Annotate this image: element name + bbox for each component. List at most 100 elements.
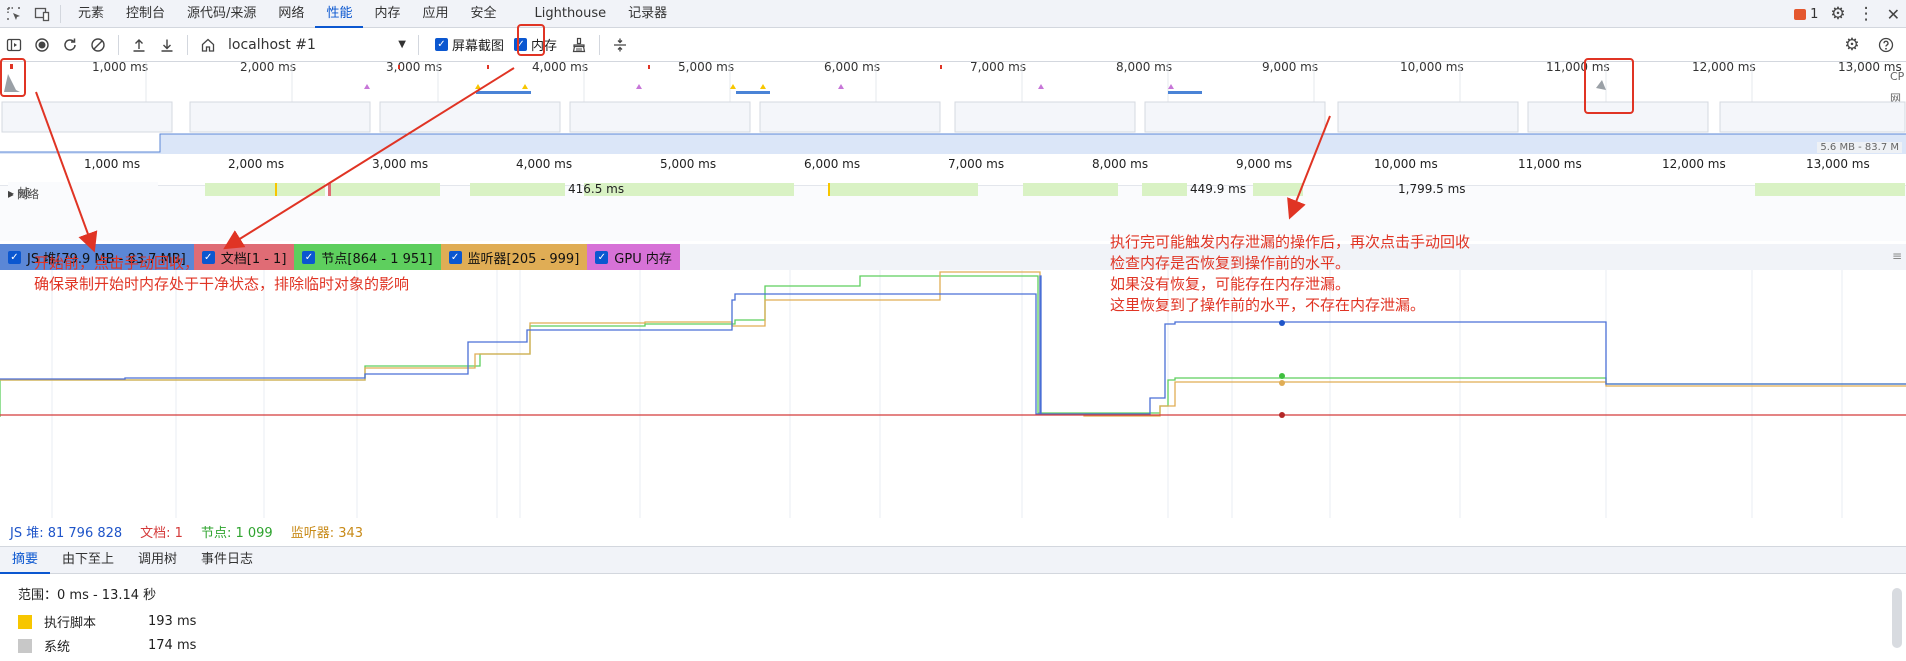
- summary-row: 系统 174 ms: [18, 636, 196, 655]
- clear-button[interactable]: [84, 31, 112, 59]
- ruler-label: 4,000 ms: [516, 157, 573, 171]
- tab-security[interactable]: 安全: [459, 0, 507, 28]
- ruler-label: 1,000 ms: [84, 157, 141, 171]
- capture-settings-gear-icon[interactable]: ⚙: [1838, 31, 1866, 59]
- annotation-line: 执行完可能触发内存泄漏的操作后，再次点击手动回收: [1110, 233, 1471, 251]
- screenshots-checkbox[interactable]: ✓ 屏幕截图: [435, 35, 504, 54]
- annotation-highlight-box: [0, 58, 26, 97]
- js-heap-counter: JS 堆: 81 796 828: [10, 525, 123, 541]
- ruler-label: 9,000 ms: [1236, 157, 1293, 171]
- throttle-settings-icon[interactable]: [606, 31, 634, 59]
- ruler-label: 11,000 ms: [1518, 157, 1582, 171]
- divider: [418, 34, 419, 55]
- tab-performance[interactable]: 性能: [315, 0, 364, 28]
- screenshots-label: 屏幕截图: [452, 39, 505, 54]
- issues-count: 1: [1810, 6, 1819, 22]
- issue-flag-icon: [1794, 8, 1807, 20]
- annotation-line: 开始前，点击手动回收，: [34, 254, 200, 272]
- annotation-line: 这里恢复到了操作前的水平，不存在内存泄漏。: [1110, 296, 1426, 314]
- ruler-label: 13,000 ms: [1806, 157, 1870, 171]
- record-button[interactable]: [28, 31, 56, 59]
- collect-garbage-button[interactable]: [565, 31, 593, 59]
- ruler-label: 5,000 ms: [660, 157, 717, 171]
- settings-gear-icon[interactable]: ⚙: [1830, 4, 1845, 24]
- nodes-counter: 节点: 1 099: [200, 525, 273, 541]
- device-toolbar-icon[interactable]: [28, 0, 56, 28]
- checkbox-checked-icon: ✓: [8, 250, 21, 264]
- divider: [118, 34, 119, 55]
- system-swatch: [18, 638, 32, 653]
- inspect-element-icon[interactable]: [0, 0, 28, 28]
- toolbar-right: ⚙: [1838, 31, 1900, 59]
- memory-counters: JS 堆: 81 796 828 文档: 1 节点: 1 099 监听器: 34…: [0, 520, 1906, 542]
- legend-gpu-memory[interactable]: ✓ GPU 内存: [587, 244, 680, 270]
- documents-counter: 文档: 1: [140, 525, 183, 541]
- reload-record-button[interactable]: [56, 31, 84, 59]
- close-icon[interactable]: ✕: [1887, 5, 1900, 24]
- legend-listeners[interactable]: ✓ 监听器[205 - 999]: [440, 244, 588, 270]
- tab-memory[interactable]: 内存: [363, 0, 411, 28]
- legend-label: GPU 内存: [614, 251, 672, 267]
- tab-bottom-up[interactable]: 由下至上: [50, 546, 126, 574]
- details-tabs: 摘要 由下至上 调用树 事件日志: [0, 546, 1906, 574]
- summary-range: 范围：0 ms - 13.14 秒: [18, 588, 157, 603]
- tab-event-log[interactable]: 事件日志: [189, 546, 265, 574]
- ruler-label: 7,000 ms: [948, 157, 1005, 171]
- annotation-line: 确保录制开始时内存处于干净状态，排除临时对象的影响: [34, 275, 410, 293]
- issues-badge[interactable]: 1: [1794, 7, 1818, 22]
- annotation-left: 开始前，点击手动回收， 确保录制开始时内存处于干净状态，排除临时对象的影响: [34, 253, 409, 295]
- ruler-label: 6,000 ms: [804, 157, 861, 171]
- devtools-tabbar: 元素 控制台 源代码/来源 网络 性能 内存 应用 安全 Lighthouse …: [0, 0, 1906, 28]
- target-select-value: localhost #1: [228, 36, 316, 53]
- divider: [599, 34, 601, 55]
- frame-time: 449.9 ms: [1190, 182, 1247, 196]
- upload-icon[interactable]: [125, 31, 153, 59]
- summary-scrollbar[interactable]: [1892, 588, 1902, 648]
- summary-row-name: 执行脚本: [44, 616, 97, 631]
- ruler-label: 12,000 ms: [1662, 157, 1726, 171]
- memory-graph[interactable]: [0, 270, 1906, 518]
- divider: [60, 4, 61, 23]
- frames-bars: [205, 183, 1905, 196]
- ruler-label: 8,000 ms: [1092, 157, 1149, 171]
- tab-application[interactable]: 应用: [411, 0, 459, 28]
- annotation-line: 检查内存是否恢复到操作前的水平。: [1110, 254, 1351, 272]
- summary-row-name: 系统: [44, 640, 71, 655]
- annotation-right: 执行完可能触发内存泄漏的操作后，再次点击手动回收 检查内存是否恢复到操作前的水平…: [1110, 232, 1470, 316]
- chevron-down-icon: ▼: [398, 39, 406, 50]
- target-select[interactable]: localhost #1 ▼: [222, 34, 412, 56]
- tabbar-right: 1 ⚙ ⋮ ✕: [1794, 0, 1906, 28]
- tab-summary[interactable]: 摘要: [0, 546, 51, 574]
- ruler-label: 2,000 ms: [228, 157, 285, 171]
- summary-panel: 范围：0 ms - 13.14 秒 执行脚本 193 ms 系统 174 ms: [0, 576, 1906, 661]
- help-icon[interactable]: [1872, 31, 1900, 59]
- tab-sources[interactable]: 源代码/来源: [176, 0, 267, 28]
- tab-call-tree[interactable]: 调用树: [126, 546, 189, 574]
- annotation-highlight-box: [517, 24, 545, 56]
- annotation-line: 如果没有恢复，可能存在内存泄漏。: [1110, 275, 1351, 293]
- frame-time: 1,799.5 ms: [1398, 182, 1466, 196]
- more-menu-icon[interactable]: ⋮: [1858, 4, 1875, 24]
- download-icon[interactable]: [153, 31, 181, 59]
- divider: [187, 34, 188, 55]
- legend-label: 监听器[205 - 999]: [467, 251, 580, 267]
- legend-menu-icon[interactable]: ≡: [1892, 249, 1902, 263]
- home-icon[interactable]: [194, 31, 222, 59]
- summary-row: 执行脚本 193 ms: [18, 612, 196, 631]
- memory-graph-canvas: [0, 270, 1906, 518]
- tab-console[interactable]: 控制台: [115, 0, 176, 28]
- summary-row-value: 174 ms: [148, 638, 197, 653]
- scripting-swatch: [18, 614, 32, 629]
- frame-time: 416.5 ms: [568, 182, 625, 196]
- listeners-counter: 监听器: 343: [290, 525, 364, 541]
- ruler-label: 10,000 ms: [1374, 157, 1438, 171]
- heap-range-label: 5.6 MB - 83.7 M: [1817, 142, 1902, 153]
- sidebar-toggle-icon[interactable]: [0, 31, 28, 59]
- ruler-label: 3,000 ms: [372, 157, 429, 171]
- tab-network[interactable]: 网络: [267, 0, 315, 28]
- checkbox-checked-icon: ✓: [595, 250, 609, 264]
- performance-toolbar: localhost #1 ▼ ✓ 屏幕截图 ✓ 内存 ⚙: [0, 28, 1906, 62]
- tab-recorder[interactable]: 记录器: [617, 0, 678, 28]
- tab-elements[interactable]: 元素: [67, 0, 115, 28]
- tracks-area[interactable]: ▸ 网络 ▸ 帧 416.5 ms 449.9 ms 1,799.5 ms: [0, 182, 1906, 241]
